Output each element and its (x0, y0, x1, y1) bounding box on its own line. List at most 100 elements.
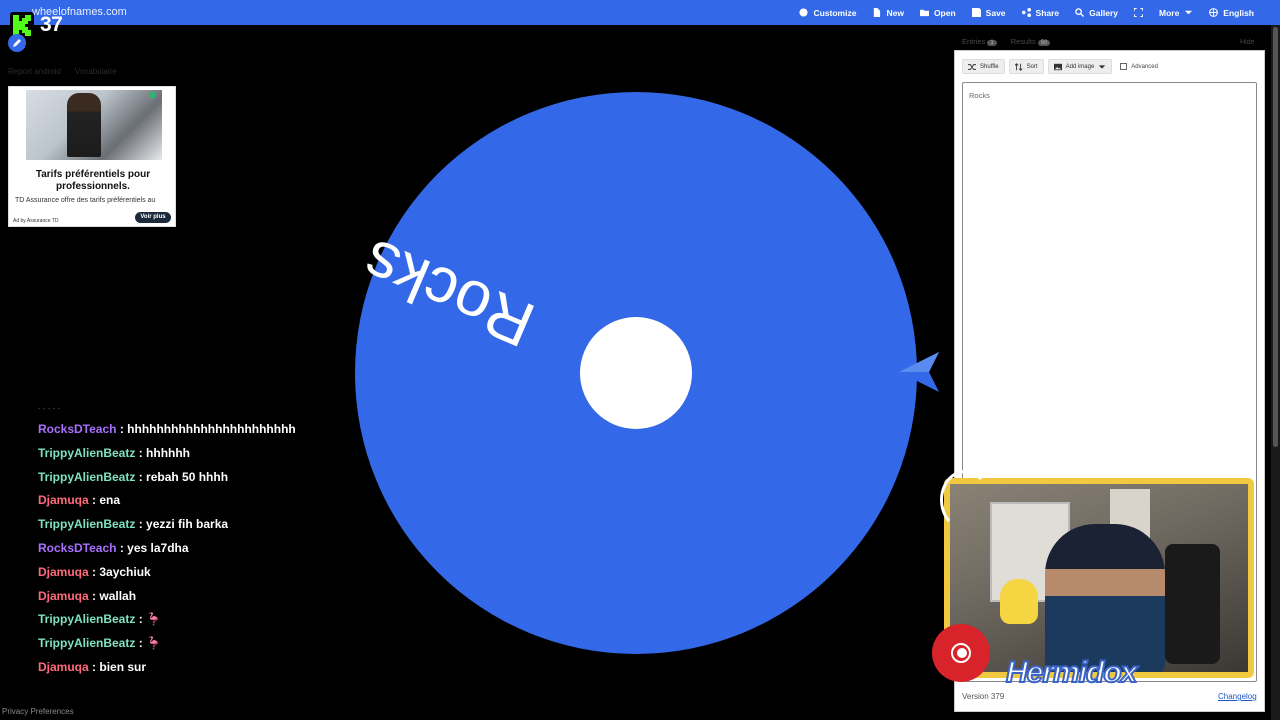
shuffle-button[interactable]: Shuffle (962, 59, 1005, 74)
chevron-down-icon (1185, 10, 1193, 15)
share-label: Share (1035, 7, 1060, 18)
privacy-preferences-link[interactable]: Privacy Preferences (2, 707, 74, 716)
new-button[interactable]: New (864, 0, 911, 25)
chat-text: 🦩 (146, 612, 161, 627)
kick-viewer-count: 37 (40, 13, 63, 36)
webcam-decoration (940, 470, 990, 530)
chat-text: 3aychiuk (99, 564, 151, 579)
page-scrollbar[interactable] (1271, 25, 1280, 720)
advanced-toggle[interactable]: Advanced (1120, 63, 1158, 70)
chat-separator: : (88, 588, 100, 603)
save-icon (971, 8, 981, 17)
pencil-icon (13, 39, 21, 47)
hide-panel-link[interactable]: Hide (1240, 39, 1254, 46)
chat-text: hhhhhh (146, 445, 191, 460)
tab-results-label: Results (1010, 37, 1036, 46)
ad-fine-print: Ad by Assurance TD (13, 218, 59, 224)
chat-username[interactable]: Djamuqa (38, 660, 89, 674)
new-label: New (886, 7, 904, 18)
wheel[interactable]: Rocks (352, 92, 917, 654)
chat-message: Djamuqa : wallah (38, 589, 328, 613)
chat-text: yezzi fih barka (146, 517, 229, 532)
language-label: English (1223, 7, 1254, 18)
chat-username[interactable]: TrippyAlienBeatz (38, 446, 135, 460)
fullscreen-icon (1133, 8, 1143, 17)
fullscreen-button[interactable] (1126, 0, 1151, 25)
top-nav: Customize New Open Save Share Gallery Mo… (791, 0, 1262, 25)
chat-overlay: - - - - - RocksDTeach : hhhhhhhhhhhhhhhh… (38, 404, 328, 684)
gallery-label: Gallery (1089, 7, 1118, 18)
sort-label: Sort (1026, 63, 1038, 70)
entries-toolbar: Shuffle Sort Add image Advanced (962, 59, 1158, 74)
tab-entries[interactable]: Entries 1 (962, 37, 997, 46)
edit-button[interactable] (8, 34, 26, 52)
chat-username[interactable]: TrippyAlienBeatz (38, 612, 135, 626)
chat-username[interactable]: RocksDTeach (38, 422, 116, 436)
tab-results-count: 50 (1037, 40, 1051, 46)
chat-username[interactable]: Djamuqa (38, 493, 89, 507)
ad-logo-icon (149, 92, 155, 98)
share-icon (1021, 8, 1031, 17)
advanced-checkbox[interactable] (1120, 63, 1128, 70)
more-label: More (1158, 7, 1180, 18)
language-button[interactable]: English (1201, 0, 1262, 25)
chat-username[interactable]: Djamuqa (38, 589, 89, 603)
chevron-down-icon (1099, 64, 1106, 69)
kick-logo-icon (10, 12, 34, 36)
scrollbar-thumb[interactable] (1273, 27, 1278, 447)
chat-message: TrippyAlienBeatz : rebah 50 hhhh (38, 470, 328, 494)
sort-icon (1014, 62, 1023, 71)
add-image-button[interactable]: Add image (1047, 59, 1113, 74)
customize-label: Customize (813, 7, 857, 18)
palette-icon (799, 8, 809, 17)
chat-message: RocksDTeach : hhhhhhhhhhhhhhhhhhhhhhh (38, 422, 328, 446)
chat-separator: : (135, 469, 147, 484)
ad-title: Tarifs préférentiels pour professionnels… (35, 169, 151, 192)
sort-button[interactable]: Sort (1008, 59, 1044, 74)
changelog-link[interactable]: Changelog (1218, 692, 1257, 701)
ad-banner[interactable]: Tarifs préférentiels pour professionnels… (8, 86, 176, 227)
chat-separator: : (135, 517, 147, 532)
tab-entries-count: 1 (987, 40, 997, 46)
ad-person-image (67, 93, 101, 157)
chat-username[interactable]: Djamuqa (38, 565, 89, 579)
ad-cta-button[interactable]: Voir plus (135, 212, 171, 223)
save-button[interactable]: Save (964, 0, 1014, 25)
open-label: Open (933, 7, 956, 18)
chat-username[interactable]: TrippyAlienBeatz (38, 470, 135, 484)
chat-separator: : (88, 493, 100, 508)
chat-username[interactable]: RocksDTeach (38, 541, 116, 555)
chat-message: Djamuqa : 3aychiuk (38, 565, 328, 589)
faded-link-vocab[interactable]: Vocabulaire (75, 67, 117, 76)
chat-text: hhhhhhhhhhhhhhhhhhhhhhh (127, 422, 296, 436)
gallery-button[interactable]: Gallery (1067, 0, 1126, 25)
faded-link-report[interactable]: Report android (8, 67, 61, 76)
chat-separator: : (135, 612, 147, 627)
add-image-label: Add image (1065, 63, 1095, 70)
crescent-icon (951, 643, 971, 663)
chat-message: Djamuqa : ena (38, 493, 328, 517)
webcam-plush (1000, 579, 1038, 624)
chat-text: 🦩 (146, 636, 161, 651)
folder-icon (919, 9, 929, 17)
chat-message: TrippyAlienBeatz : 🦩 (38, 636, 328, 660)
chat-text: wallah (99, 588, 137, 603)
wheel-center-button[interactable] (580, 317, 692, 429)
chat-username[interactable]: TrippyAlienBeatz (38, 517, 135, 531)
chat-separator: : (116, 422, 128, 436)
webcam-frame (944, 478, 1254, 678)
open-button[interactable]: Open (912, 0, 964, 25)
customize-button[interactable]: Customize (791, 0, 864, 25)
more-button[interactable]: More (1151, 0, 1201, 25)
shuffle-label: Shuffle (980, 63, 999, 70)
share-button[interactable]: Share (1014, 0, 1068, 25)
chat-username[interactable]: TrippyAlienBeatz (38, 636, 135, 650)
tab-results[interactable]: Results 50 (1011, 37, 1051, 46)
chat-separator: : (88, 564, 100, 579)
chat-separator: : (135, 445, 147, 460)
chat-separator: : (116, 540, 128, 555)
globe-icon (1209, 8, 1219, 17)
wheel-svg[interactable]: Rocks (352, 92, 917, 654)
panel-tabs: Entries 1 Results 50 (962, 37, 1051, 46)
faded-links: Report android Vocabulaire (8, 67, 117, 76)
